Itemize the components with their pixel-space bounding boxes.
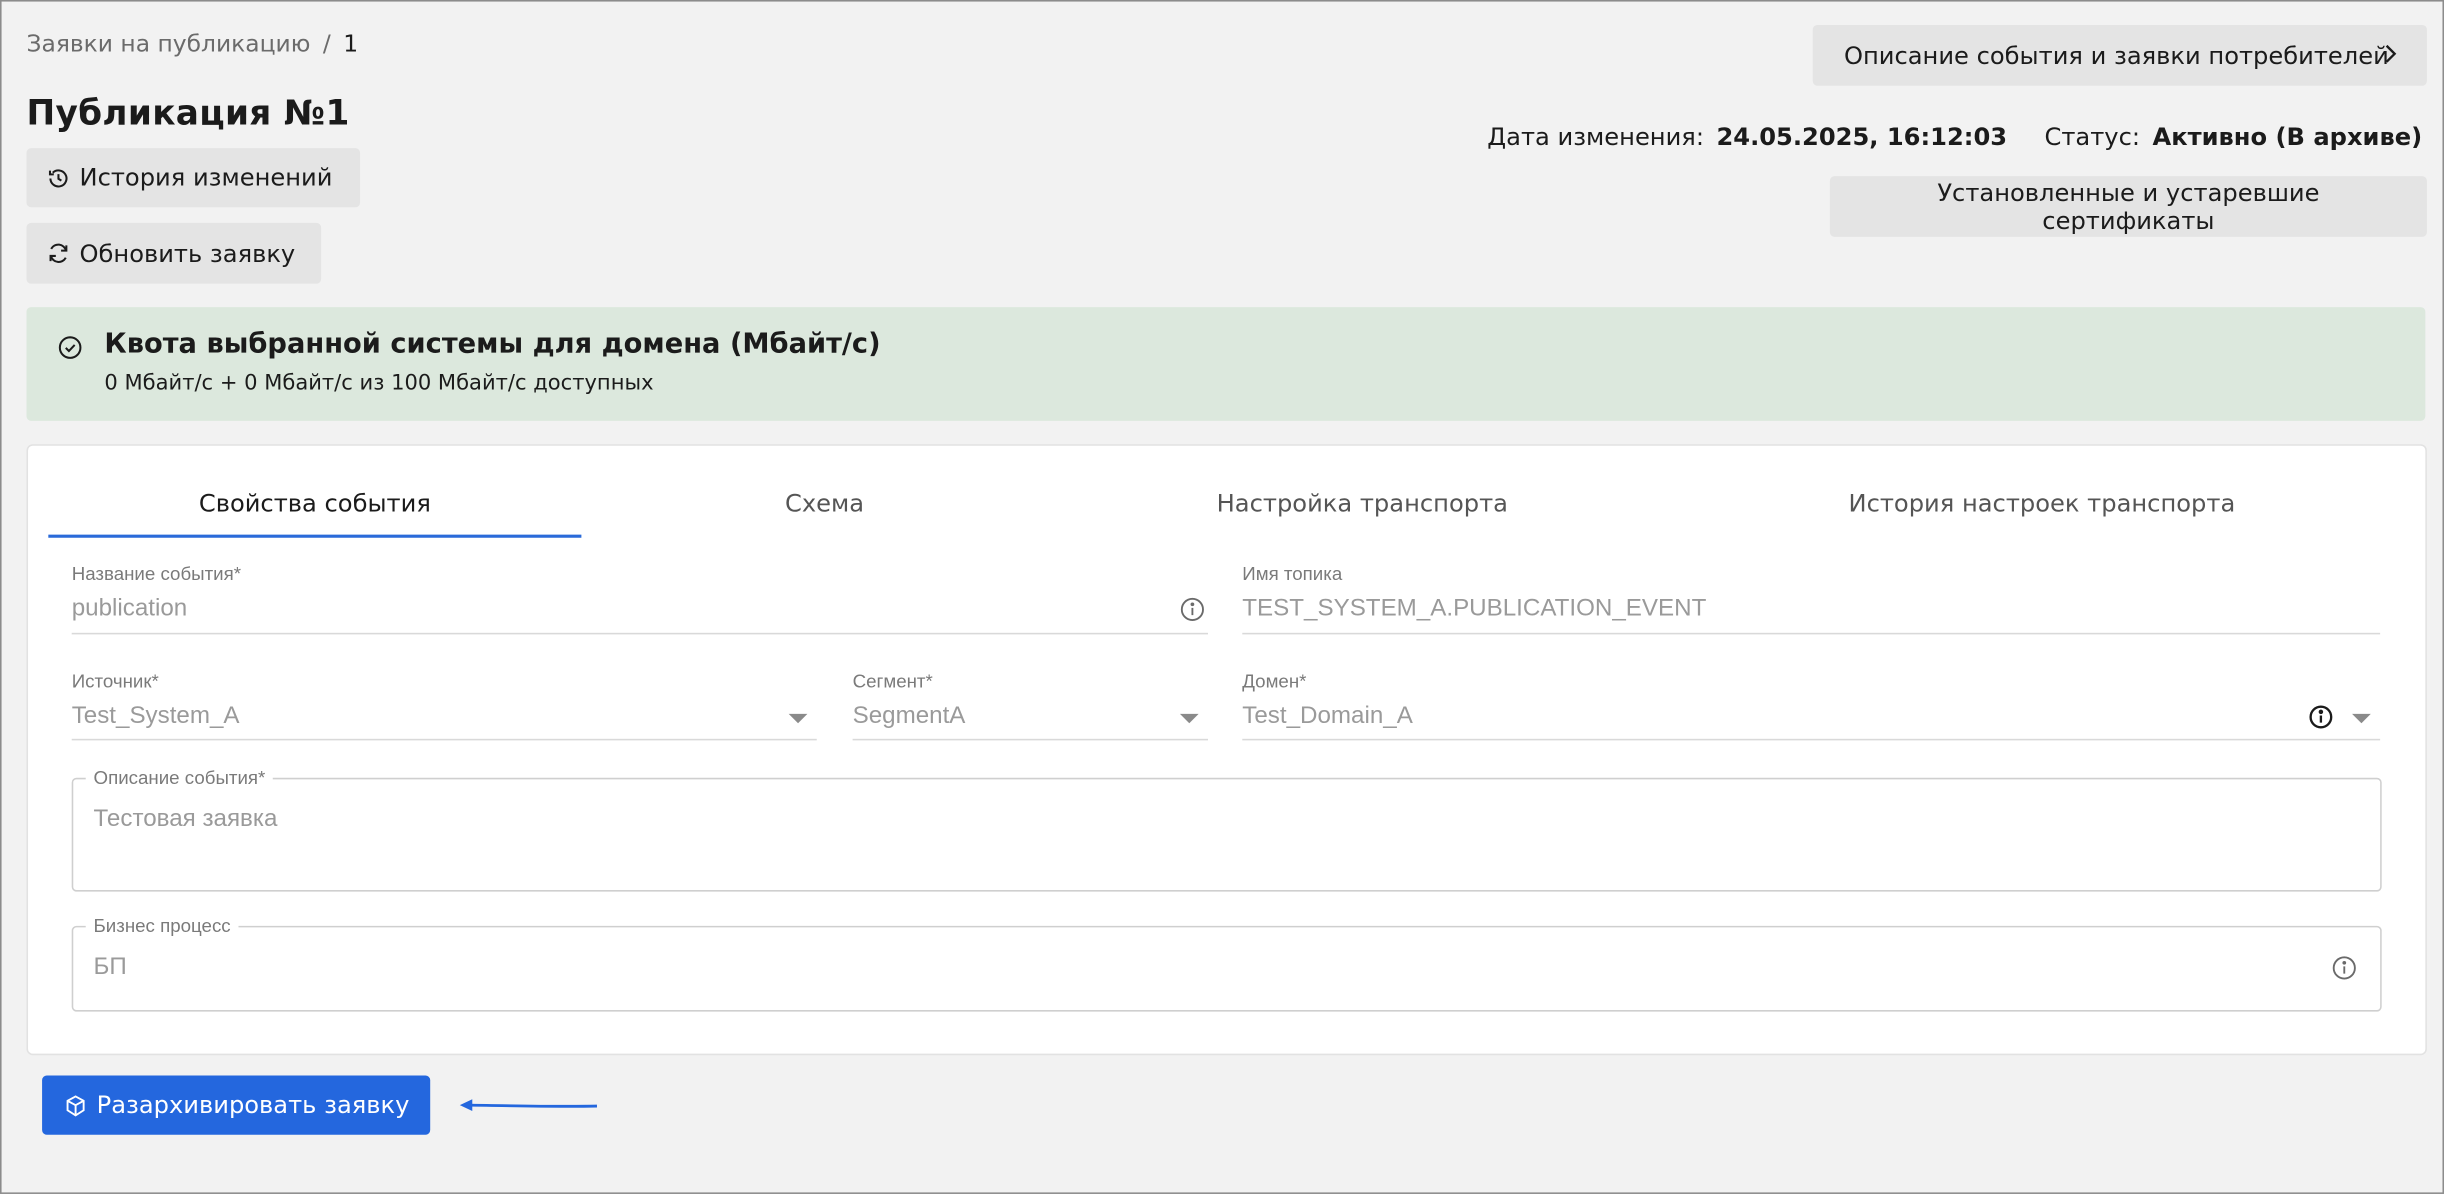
info-icon[interactable] (2308, 705, 2333, 730)
event-card: Свойства события Схема Настройка транспо… (26, 444, 2427, 1056)
event-name-value: publication (71, 595, 188, 622)
changed-date-value: 24.05.2025, 16:12:03 (1716, 123, 2008, 152)
status-label: Статус: (2044, 123, 2141, 152)
breadcrumb-link-requests[interactable]: Заявки на публикацию (26, 30, 310, 58)
segment-label: Сегмент (852, 670, 926, 693)
history-button-label: История изменений (79, 163, 333, 192)
tab-transport-history[interactable]: История настроек транспорта (1799, 489, 2285, 517)
topic-name-label: Имя топика (1242, 562, 1343, 585)
event-description-label: Описание события и заявки потребителей (1843, 41, 2389, 70)
domain-value: Test_Domain_A (1242, 702, 1413, 730)
event-description-button[interactable]: Описание события и заявки потребителей (1812, 24, 2427, 86)
breadcrumb-current: 1 (343, 29, 359, 58)
refresh-request-button[interactable]: Обновить заявку (26, 222, 322, 284)
domain-label: Домен (1242, 670, 1300, 693)
changed-date-label: Дата изменения: (1487, 123, 1704, 152)
refresh-button-label: Обновить заявку (79, 239, 296, 268)
description-value: Тестовая заявка (93, 805, 278, 833)
info-icon[interactable] (1180, 597, 1205, 622)
unarchive-button-label: Разархивировать заявку (96, 1091, 410, 1120)
unarchive-button[interactable]: Разархивировать заявку (42, 1075, 431, 1135)
source-value: Test_System_A (71, 702, 240, 730)
description-label: Описание события (93, 766, 259, 789)
active-tab-indicator (48, 534, 582, 538)
check-circle-icon (58, 336, 82, 359)
tab-event-properties[interactable]: Свойства события (48, 489, 581, 517)
status-value: Активно (В архиве) (2152, 123, 2423, 152)
quota-subtitle: 0 Мбайт/с + 0 Мбайт/с из 100 Мбайт/с дос… (104, 370, 654, 396)
event-description-field[interactable]: Описание события* Тестовая заявка (71, 766, 2382, 892)
certificates-button-label: Установленные и устаревшие сертификаты (1937, 178, 2320, 235)
refresh-icon (49, 243, 68, 263)
business-process-value: БП (93, 953, 127, 981)
quota-title: Квота выбранной системы для домена (Мбай… (104, 328, 881, 361)
topic-name-value: TEST_SYSTEM_A.PUBLICATION_EVENT (1242, 595, 1707, 622)
chevron-down-icon (1179, 713, 1199, 724)
unarchive-box-icon (66, 1094, 85, 1116)
business-process-label: Бизнес процесс (85, 914, 239, 937)
business-process-field[interactable]: Бизнес процесс БП (71, 914, 2382, 1012)
quota-banner: Квота выбранной системы для домена (Мбай… (26, 307, 2426, 421)
history-button[interactable]: История изменений (26, 148, 361, 208)
source-label: Источник (71, 670, 152, 693)
event-name-label: Название события (71, 562, 234, 585)
info-icon[interactable] (2332, 955, 2357, 980)
chevron-right-icon (2385, 44, 2397, 63)
page-title: Публикация №1 (26, 95, 350, 135)
breadcrumb-separator: / (322, 29, 331, 58)
breadcrumb: Заявки на публикацию / 1 (26, 30, 358, 58)
chevron-down-icon (788, 713, 808, 724)
request-meta: Дата изменения: 24.05.2025, 16:12:03 Ста… (1487, 123, 2422, 151)
tab-schema[interactable]: Схема (581, 489, 1067, 517)
tab-transport-settings[interactable]: Настройка транспорта (1119, 489, 1605, 517)
history-icon (48, 168, 68, 187)
certificates-button[interactable]: Установленные и устаревшие сертификаты (1829, 176, 2427, 237)
annotation-arrow-icon (459, 1099, 598, 1112)
chevron-down-icon (2352, 713, 2371, 724)
segment-value: SegmentA (852, 702, 966, 730)
